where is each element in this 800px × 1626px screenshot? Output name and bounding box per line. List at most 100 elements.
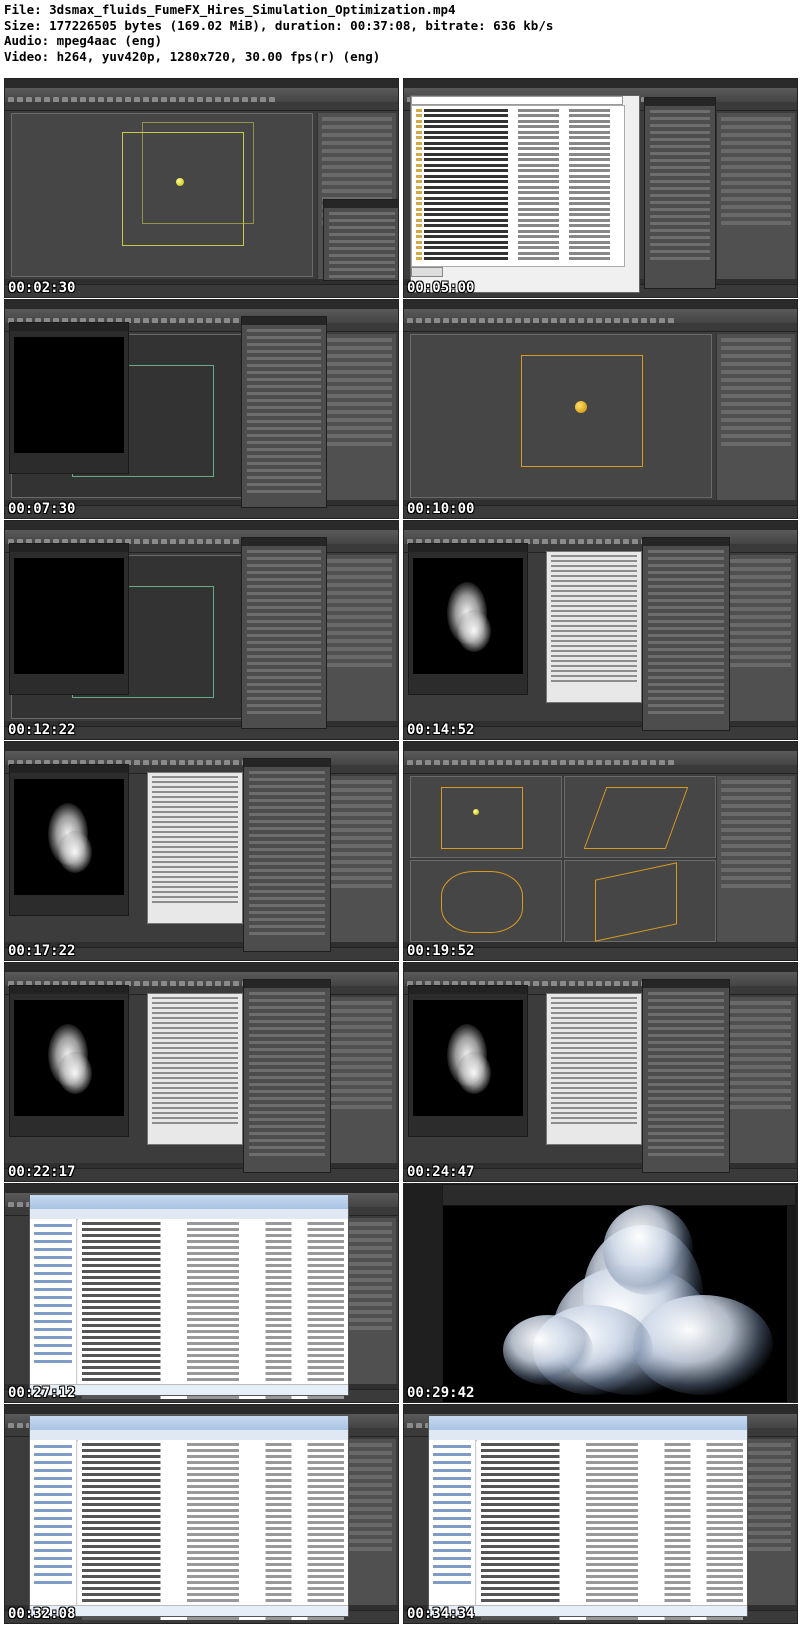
nav-item[interactable] <box>34 1264 72 1267</box>
file-row[interactable] <box>481 1515 743 1518</box>
file-row[interactable] <box>481 1569 743 1572</box>
nav-item[interactable] <box>433 1501 471 1504</box>
nav-item[interactable] <box>34 1248 72 1251</box>
file-row[interactable] <box>481 1461 743 1464</box>
folder-row[interactable] <box>416 130 620 134</box>
file-row[interactable] <box>481 1539 743 1542</box>
nav-item[interactable] <box>34 1557 72 1560</box>
file-row[interactable] <box>82 1455 344 1458</box>
file-row[interactable] <box>82 1443 344 1446</box>
nav-item[interactable] <box>34 1541 72 1544</box>
nav-item[interactable] <box>433 1445 471 1448</box>
file-row[interactable] <box>481 1593 743 1596</box>
file-row[interactable] <box>82 1569 344 1572</box>
file-row[interactable] <box>82 1234 344 1237</box>
file-row[interactable] <box>82 1527 344 1530</box>
nav-item[interactable] <box>433 1541 471 1544</box>
file-row[interactable] <box>82 1246 344 1249</box>
file-row[interactable] <box>82 1324 344 1327</box>
nav-item[interactable] <box>34 1344 72 1347</box>
nav-item[interactable] <box>34 1360 72 1363</box>
file-row[interactable] <box>82 1252 344 1255</box>
file-row[interactable] <box>82 1288 344 1291</box>
folder-row[interactable] <box>416 213 620 216</box>
file-row[interactable] <box>82 1294 344 1297</box>
file-row[interactable] <box>481 1503 743 1506</box>
folder-row[interactable] <box>416 136 620 139</box>
folder-row[interactable] <box>416 207 620 211</box>
folder-row[interactable] <box>416 108 620 112</box>
nav-item[interactable] <box>34 1240 72 1243</box>
nav-item[interactable] <box>34 1581 72 1584</box>
file-row[interactable] <box>82 1599 344 1602</box>
nav-item[interactable] <box>34 1224 72 1227</box>
nav-item[interactable] <box>433 1557 471 1560</box>
file-row[interactable] <box>481 1623 743 1624</box>
nav-item[interactable] <box>34 1312 72 1315</box>
nav-item[interactable] <box>34 1288 72 1291</box>
file-row[interactable] <box>82 1318 344 1321</box>
file-row[interactable] <box>481 1479 743 1482</box>
folder-row[interactable] <box>416 251 620 255</box>
file-row[interactable] <box>82 1581 344 1584</box>
file-row[interactable] <box>481 1557 743 1560</box>
video-thumbnail[interactable]: 00:19:52 <box>403 741 798 961</box>
folder-row[interactable] <box>416 169 620 172</box>
file-row[interactable] <box>82 1587 344 1590</box>
file-row[interactable] <box>82 1623 344 1624</box>
folder-row[interactable] <box>416 163 620 167</box>
folder-row[interactable] <box>416 196 620 200</box>
video-thumbnail[interactable]: 00:10:00 <box>403 299 798 519</box>
nav-item[interactable] <box>34 1533 72 1536</box>
file-row[interactable] <box>481 1617 743 1620</box>
nav-item[interactable] <box>34 1477 72 1480</box>
file-row[interactable] <box>82 1306 344 1309</box>
nav-item[interactable] <box>34 1549 72 1552</box>
file-row[interactable] <box>82 1461 344 1464</box>
nav-item[interactable] <box>433 1533 471 1536</box>
file-row[interactable] <box>481 1599 743 1602</box>
file-row[interactable] <box>82 1276 344 1279</box>
folder-row[interactable] <box>416 141 620 145</box>
nav-item[interactable] <box>34 1304 72 1307</box>
file-row[interactable] <box>82 1521 344 1524</box>
nav-item[interactable] <box>34 1525 72 1528</box>
file-row[interactable] <box>82 1449 344 1452</box>
video-thumbnail[interactable]: 00:05:00 <box>403 78 798 298</box>
nav-item[interactable] <box>34 1328 72 1331</box>
file-row[interactable] <box>481 1563 743 1566</box>
video-thumbnail[interactable]: 00:27:12 <box>4 1183 399 1403</box>
file-row[interactable] <box>82 1617 344 1620</box>
file-row[interactable] <box>82 1270 344 1273</box>
nav-item[interactable] <box>34 1485 72 1488</box>
file-row[interactable] <box>82 1485 344 1488</box>
file-row[interactable] <box>82 1366 344 1369</box>
nav-item[interactable] <box>34 1336 72 1339</box>
video-thumbnail[interactable]: 00:14:52 <box>403 520 798 740</box>
file-row[interactable] <box>481 1527 743 1530</box>
file-row[interactable] <box>481 1551 743 1554</box>
file-row[interactable] <box>481 1449 743 1452</box>
file-row[interactable] <box>82 1473 344 1476</box>
folder-row[interactable] <box>416 257 620 260</box>
folder-row[interactable] <box>416 125 620 128</box>
nav-item[interactable] <box>433 1565 471 1568</box>
file-row[interactable] <box>82 1372 344 1375</box>
file-row[interactable] <box>481 1443 743 1446</box>
nav-item[interactable] <box>433 1525 471 1528</box>
file-row[interactable] <box>481 1587 743 1590</box>
file-row[interactable] <box>82 1575 344 1578</box>
video-thumbnail[interactable]: 00:29:42 <box>403 1183 798 1403</box>
file-row[interactable] <box>82 1330 344 1333</box>
nav-item[interactable] <box>34 1445 72 1448</box>
file-row[interactable] <box>82 1222 344 1225</box>
nav-item[interactable] <box>34 1352 72 1355</box>
nav-item[interactable] <box>34 1517 72 1520</box>
file-row[interactable] <box>481 1509 743 1512</box>
nav-item[interactable] <box>34 1256 72 1259</box>
file-row[interactable] <box>82 1467 344 1470</box>
file-row[interactable] <box>82 1348 344 1351</box>
file-row[interactable] <box>82 1228 344 1231</box>
file-row[interactable] <box>82 1342 344 1345</box>
file-row[interactable] <box>82 1563 344 1566</box>
